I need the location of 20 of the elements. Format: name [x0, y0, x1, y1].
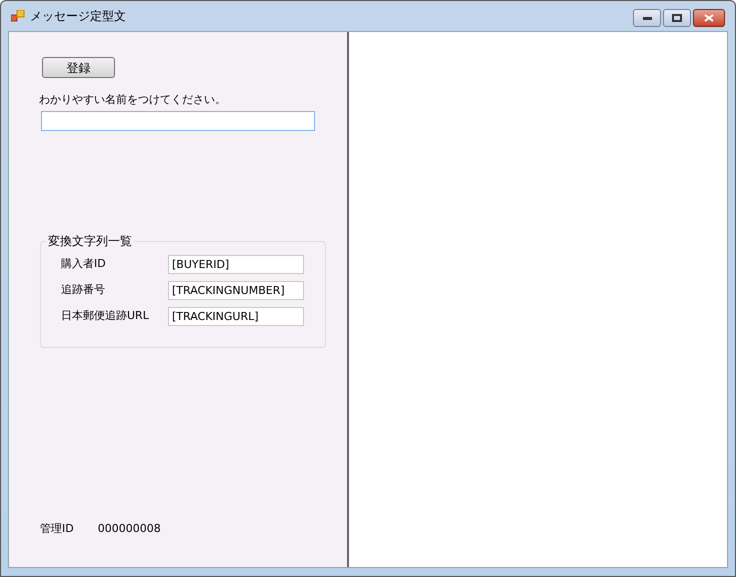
name-input-field[interactable]: [41, 111, 315, 131]
management-id-label: 管理ID: [40, 520, 74, 536]
replacement-string-field[interactable]: [TRACKINGNUMBER]: [168, 281, 304, 300]
app-icon: [11, 10, 25, 22]
maximize-icon: [672, 14, 682, 22]
maximize-button[interactable]: [663, 9, 691, 27]
name-prompt: わかりやすい名前をつけてください。: [39, 93, 227, 107]
replacement-string-field[interactable]: [BUYERID]: [168, 255, 304, 274]
register-button[interactable]: 登録: [42, 57, 115, 78]
group-title: 変換文字列一覧: [46, 233, 134, 249]
close-button[interactable]: [693, 9, 725, 27]
close-icon: [704, 14, 714, 22]
minimize-button[interactable]: [633, 9, 661, 27]
field-label: 日本郵便追跡URL: [60, 308, 150, 324]
management-id-value: 000000008: [98, 520, 161, 536]
minimize-icon: [642, 16, 652, 20]
field-label: 追跡番号: [60, 282, 106, 298]
replacement-string-field[interactable]: [TRACKINGURL]: [168, 307, 304, 326]
field-label: 購入者ID: [60, 256, 107, 272]
window-title: メッセージ定型文: [30, 8, 126, 25]
